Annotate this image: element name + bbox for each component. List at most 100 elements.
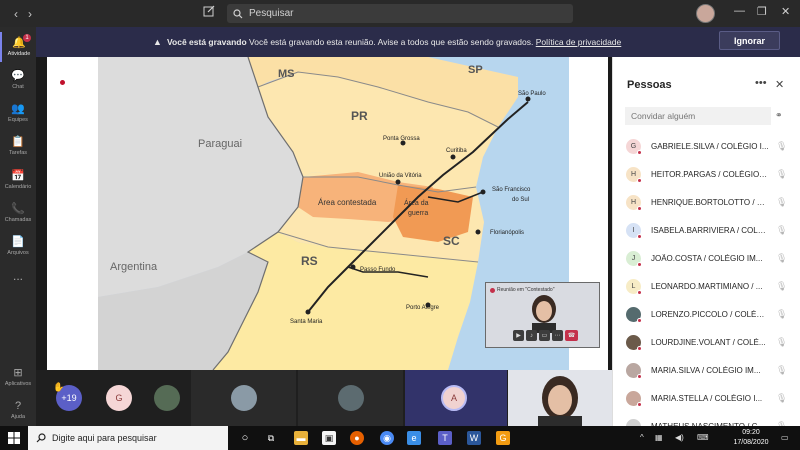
taskbar-search-placeholder: Digite aqui para pesquisar [52, 433, 157, 443]
app-icon[interactable]: G [496, 431, 510, 445]
presenter-face-icon [532, 295, 556, 333]
participant-row[interactable]: LORENZO.PICCOLO / COLÉG... 🎙 [613, 302, 800, 328]
call-controls: ▶ ♪ ▭ ⋯ ☎ [513, 330, 578, 342]
forward-arrow-icon[interactable]: › [22, 7, 38, 21]
participant-tile-active[interactable]: A [405, 370, 507, 426]
participant-row[interactable]: H HENRIQUE.BORTOLOTTO / C... 🎙 [613, 190, 800, 216]
privacy-policy-link[interactable]: Política de privacidade [536, 37, 622, 47]
cortana-icon[interactable]: ○ [238, 431, 252, 445]
network-icon[interactable]: ▦ [655, 433, 663, 442]
presence-dot-icon [637, 318, 642, 323]
self-preview-window[interactable]: Reunião em "Contestado" ▶ ♪ ▭ ⋯ ☎ [485, 282, 600, 348]
close-panel-icon[interactable]: ✕ [775, 78, 784, 91]
language-icon[interactable]: ⌨ [697, 433, 709, 442]
windows-start-icon[interactable] [8, 432, 20, 444]
label-sp: SP [468, 64, 483, 76]
mic-muted-icon[interactable]: 🎙 [776, 169, 787, 180]
close-button[interactable]: ✕ [781, 5, 790, 18]
participant-row[interactable]: MARIA.SILVA / COLÉGIO IM... 🎙 [613, 358, 800, 384]
rail-item-atividade[interactable]: 🔔 Atividade 1 [0, 32, 36, 62]
participant-row[interactable]: I ISABELA.BARRIVIERA / COLÉ... 🎙 [613, 218, 800, 244]
participant-name: GABRIELE.SILVA / COLÉGIO I... [651, 142, 769, 151]
more-options-icon[interactable]: ⋯ [552, 330, 563, 341]
participant-g-avatar[interactable]: G [106, 385, 132, 411]
mic-muted-icon[interactable]: 🎙 [776, 309, 787, 320]
participant-name: MARIA.STELLA / COLÉGIO I... [651, 394, 763, 403]
share-icon[interactable]: ▭ [539, 330, 550, 341]
calendar-icon: 📅 [11, 170, 25, 182]
recording-text: Você está gravando esta reunião. Avise a… [246, 37, 536, 47]
mic-muted-icon[interactable]: 🎙 [776, 281, 787, 292]
presence-dot-icon [637, 262, 642, 267]
participant-tile[interactable] [298, 370, 403, 426]
chrome-icon[interactable]: ◉ [380, 431, 394, 445]
rail-item-ajuda[interactable]: ? Ajuda [0, 395, 36, 425]
rail-label: Chat [12, 84, 24, 90]
rail-label: Atividade [7, 51, 31, 57]
participant-row[interactable]: J JOÃO.COSTA / COLÉGIO IM... 🎙 [613, 246, 800, 272]
recording-title: Você está gravando [167, 37, 247, 47]
hang-up-icon[interactable]: ☎ [565, 330, 578, 341]
presence-dot-icon [637, 402, 642, 407]
participant-name: LORENZO.PICCOLO / COLÉG... [651, 310, 769, 319]
mic-muted-icon[interactable]: 🎙 [776, 337, 787, 348]
mic-muted-icon[interactable]: 🎙 [776, 253, 787, 264]
maximize-button[interactable]: ❐ [757, 5, 767, 18]
more-options-icon[interactable]: ••• [755, 77, 767, 89]
slide-bullet [60, 80, 65, 85]
volume-icon[interactable]: ◀) [675, 433, 684, 442]
files-icon: 📄 [11, 236, 25, 248]
minimize-button[interactable]: — [734, 5, 745, 17]
rail-item-aplicativos[interactable]: ⊞ Aplicativos [0, 362, 36, 392]
mic-muted-icon[interactable]: 🎙 [776, 365, 787, 376]
compose-icon[interactable] [203, 5, 215, 20]
rail-label: Aplicativos [4, 381, 32, 387]
camera-icon[interactable]: ▶ [513, 330, 524, 341]
app-rail: 🔔 Atividade 1 💬 Chat 👥 Equipes 📋 Tarefas… [0, 27, 36, 426]
presenter-video[interactable] [508, 370, 612, 426]
rail-item-chamadas[interactable]: 📞 Chamadas [0, 198, 36, 228]
clock-time: 09:20 [742, 429, 760, 436]
mic-icon[interactable]: ♪ [526, 330, 537, 341]
participant-row[interactable]: MARIA.STELLA / COLÉGIO I... 🎙 [613, 386, 800, 412]
ignore-button[interactable]: Ignorar [719, 31, 780, 50]
file-explorer-icon[interactable]: ▬ [294, 431, 308, 445]
rail-item-calendario[interactable]: 📅 Calendário [0, 165, 36, 195]
invite-input[interactable] [625, 107, 771, 125]
word-icon[interactable]: W [467, 431, 481, 445]
mic-muted-icon[interactable]: 🎙 [776, 197, 787, 208]
participant-photo-avatar[interactable] [154, 385, 180, 411]
store-icon[interactable]: ▣ [322, 431, 336, 445]
participant-name: HENRIQUE.BORTOLOTTO / C... [651, 198, 769, 207]
taskbar-search[interactable]: Digite aqui para pesquisar [28, 426, 228, 450]
teams-app-icon[interactable]: T [438, 431, 452, 445]
task-view-icon[interactable]: ⧉ [264, 431, 278, 445]
recording-message: Você está gravando Você está gravando es… [167, 37, 621, 47]
participant-row[interactable]: G GABRIELE.SILVA / COLÉGIO I... 🎙 [613, 134, 800, 160]
label-santa-maria: Santa Maria [290, 319, 323, 325]
participant-row[interactable]: L LEONARDO.MARTIMIANO / ... 🎙 [613, 274, 800, 300]
rail-item-arquivos[interactable]: 📄 Arquivos [0, 231, 36, 261]
mic-muted-icon[interactable]: 🎙 [776, 393, 787, 404]
share-link-icon[interactable]: ⚭ [775, 110, 783, 121]
tray-chevron-icon[interactable]: ^ [640, 433, 644, 442]
presenter-face-icon [538, 376, 582, 426]
search-box[interactable]: Pesquisar [227, 4, 573, 23]
edge-icon[interactable]: e [407, 431, 421, 445]
notifications-icon[interactable]: ▭ [781, 433, 789, 442]
firefox-icon[interactable]: ● [350, 431, 364, 445]
user-avatar[interactable] [696, 4, 715, 23]
label-sc: SC [443, 234, 460, 248]
rail-item-tarefas[interactable]: 📋 Tarefas [0, 131, 36, 161]
rail-item-chat[interactable]: 💬 Chat [0, 65, 36, 95]
participant-row[interactable]: LOURDJINE.VOLANT / COLÉ... 🎙 [613, 330, 800, 356]
label-area-contestada: Área contestada [318, 198, 377, 207]
rail-item-equipes[interactable]: 👥 Equipes [0, 98, 36, 128]
mic-muted-icon[interactable]: 🎙 [776, 225, 787, 236]
rail-item-more[interactable]: ... [0, 261, 36, 291]
label-sao-francisco: São Francisco [492, 187, 531, 193]
mic-muted-icon[interactable]: 🎙 [776, 141, 787, 152]
participant-tile[interactable] [191, 370, 296, 426]
taskbar-clock[interactable]: 09:20 17/08/2020 [728, 428, 774, 448]
participant-row[interactable]: H HEITOR.PARGAS / COLÉGIO I... 🎙 [613, 162, 800, 188]
